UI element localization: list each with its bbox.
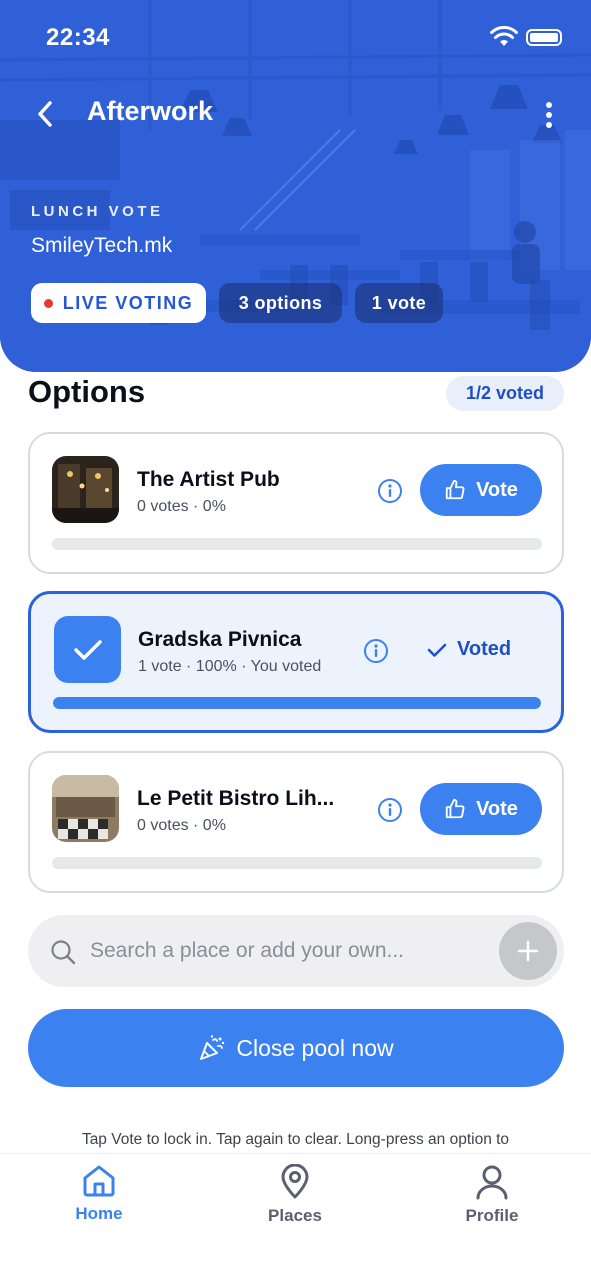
info-icon[interactable] bbox=[377, 478, 403, 504]
tab-home[interactable]: Home bbox=[39, 1164, 159, 1234]
thumbs-up-icon bbox=[445, 479, 465, 500]
vote-button[interactable]: Vote bbox=[420, 464, 542, 516]
voted-label: Voted bbox=[457, 638, 512, 660]
search-icon bbox=[51, 940, 76, 965]
place-thumbnail bbox=[52, 456, 119, 523]
vote-progress-bar bbox=[52, 857, 542, 869]
home-icon bbox=[83, 1165, 115, 1197]
map-pin-icon bbox=[281, 1164, 309, 1199]
more-vertical-icon bbox=[546, 102, 552, 128]
wifi-icon bbox=[490, 26, 518, 46]
organization-name: SmileyTech.mk bbox=[31, 234, 173, 257]
more-options-button[interactable] bbox=[535, 98, 563, 132]
bottom-tab-bar: Home Places Profile bbox=[0, 1153, 591, 1280]
selected-check-tile bbox=[54, 616, 121, 683]
tab-places[interactable]: Places bbox=[235, 1164, 355, 1234]
battery-icon bbox=[526, 29, 562, 46]
chevron-left-icon bbox=[38, 101, 52, 127]
vote-button[interactable]: Vote bbox=[420, 783, 542, 835]
party-popper-icon bbox=[200, 1035, 225, 1060]
option-card-gradska-pivnica[interactable]: Gradska Pivnica 1 vote · 100% · You vote… bbox=[28, 591, 564, 733]
live-voting-badge: LIVE VOTING bbox=[31, 283, 206, 323]
back-button[interactable] bbox=[28, 96, 62, 132]
live-dot-icon bbox=[43, 298, 53, 308]
place-thumbnail bbox=[52, 775, 119, 842]
vote-button-label: Vote bbox=[476, 478, 518, 501]
info-icon[interactable] bbox=[363, 638, 389, 664]
option-card-le-petit-bistro[interactable]: Le Petit Bistro Lih... 0 votes · 0% Vote bbox=[28, 751, 564, 893]
plus-icon bbox=[517, 940, 539, 962]
option-name: Gradska Pivnica bbox=[138, 628, 302, 651]
poll-type-label: LUNCH VOTE bbox=[31, 203, 164, 220]
search-input[interactable] bbox=[90, 933, 490, 969]
close-pool-label: Close pool now bbox=[236, 1034, 394, 1061]
hero-header: 22:34 Afterwork LUNCH VOTE SmileyTech.mk… bbox=[0, 0, 591, 372]
tab-label: Places bbox=[268, 1206, 322, 1225]
tab-label: Profile bbox=[465, 1206, 519, 1225]
close-pool-button[interactable]: Close pool now bbox=[28, 1009, 564, 1087]
voted-status[interactable]: Voted bbox=[427, 638, 511, 661]
voted-progress-badge: 1/2 voted bbox=[446, 376, 564, 411]
tab-label: Home bbox=[75, 1204, 123, 1223]
option-name: The Artist Pub bbox=[137, 468, 280, 491]
option-name: Le Petit Bistro Lih... bbox=[137, 787, 335, 810]
info-icon[interactable] bbox=[377, 797, 403, 823]
live-voting-label: LIVE VOTING bbox=[62, 292, 194, 313]
user-icon bbox=[476, 1165, 508, 1200]
option-vote-stats: 1 vote · 100% · You voted bbox=[138, 658, 322, 675]
help-hint-text: Tap Vote to lock in. Tap again to clear.… bbox=[81, 1131, 510, 1148]
options-count-badge: 3 options bbox=[219, 283, 342, 323]
option-vote-stats: 0 votes · 0% bbox=[137, 498, 226, 515]
option-vote-stats: 0 votes · 0% bbox=[137, 817, 226, 834]
check-icon bbox=[427, 643, 447, 657]
tab-profile[interactable]: Profile bbox=[432, 1164, 552, 1234]
vote-progress-fill bbox=[53, 697, 541, 709]
vote-progress-bar bbox=[53, 697, 541, 709]
status-bar: 22:34 bbox=[0, 0, 591, 76]
status-time: 22:34 bbox=[46, 24, 110, 51]
page-title: Afterwork bbox=[87, 96, 214, 126]
option-card-the-artist-pub[interactable]: The Artist Pub 0 votes · 0% Vote bbox=[28, 432, 564, 574]
vote-progress-bar bbox=[52, 538, 542, 550]
add-place-button[interactable] bbox=[499, 922, 557, 980]
vote-button-label: Vote bbox=[476, 797, 518, 820]
thumbs-up-icon bbox=[445, 798, 465, 819]
options-heading: Options bbox=[28, 374, 146, 409]
search-bar[interactable] bbox=[28, 915, 564, 987]
votes-count-badge: 1 vote bbox=[355, 283, 443, 323]
check-icon bbox=[73, 639, 102, 660]
